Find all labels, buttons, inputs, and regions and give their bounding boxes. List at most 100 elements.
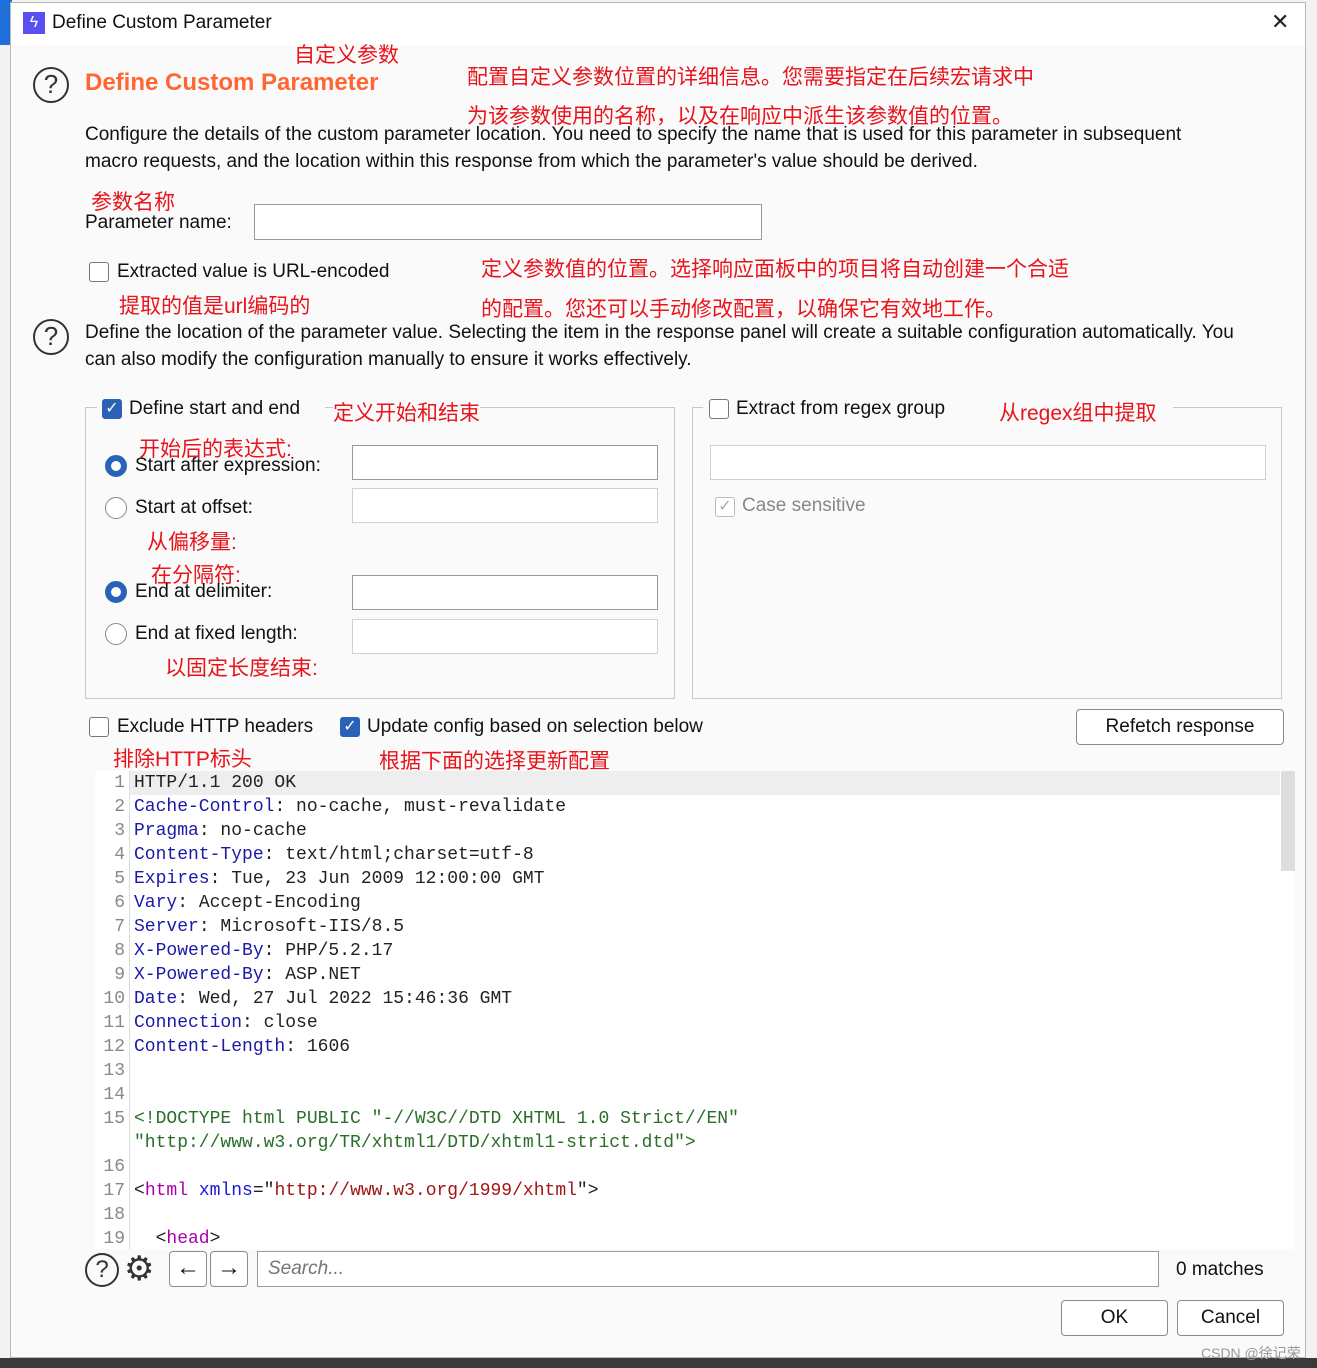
code-token: X-Powered-By xyxy=(134,965,264,985)
line-number: 19 xyxy=(103,1229,125,1249)
code-token: Vary xyxy=(134,893,178,913)
code-token: < xyxy=(134,1229,167,1249)
help-icon[interactable]: ? xyxy=(33,319,69,355)
start-after-radio[interactable] xyxy=(105,455,127,477)
define-start-end-checkbox[interactable]: ✓ xyxy=(102,399,122,419)
end-fixed-length-label: End at fixed length: xyxy=(135,623,298,644)
code-line: <html xmlns="http://www.w3.org/1999/xhtm… xyxy=(134,1181,599,1201)
define-start-end-label: Define start and end xyxy=(129,398,301,419)
end-delimiter-label: End at delimiter: xyxy=(135,581,273,602)
line-number: 18 xyxy=(103,1205,125,1225)
parameter-name-label: Parameter name: xyxy=(85,212,232,233)
exclude-headers-checkbox[interactable] xyxy=(89,717,109,737)
end-fixed-length-radio[interactable] xyxy=(105,623,127,645)
code-token: : text/html;charset=utf-8 xyxy=(263,845,534,865)
code-line: Connection: close xyxy=(134,1013,318,1033)
code-token: : Microsoft-IIS/8.5 xyxy=(198,917,405,937)
code-token: : ASP.NET xyxy=(263,965,361,985)
update-config-checkbox[interactable]: ✓ xyxy=(340,717,360,737)
code-token: Connection xyxy=(134,1013,243,1033)
next-match-button[interactable]: → xyxy=(210,1251,248,1287)
settings-gear-icon[interactable]: ⚙ xyxy=(124,1249,154,1289)
line-number: 6 xyxy=(114,893,125,913)
code-line: Content-Length: 1606 xyxy=(134,1037,350,1057)
code-token: xmlns xyxy=(198,1181,253,1201)
code-token: Content-Type xyxy=(134,845,264,865)
code-token: Date xyxy=(134,989,178,1009)
annotation: 定义参数值的位置。选择响应面板中的项目将自动创建一个合适 xyxy=(481,258,1069,281)
code-line: Vary: Accept-Encoding xyxy=(134,893,361,913)
line-number: 7 xyxy=(114,917,125,937)
regex-checkbox[interactable] xyxy=(709,399,729,419)
scrollbar[interactable] xyxy=(1281,771,1295,871)
url-encoded-checkbox[interactable] xyxy=(89,262,109,282)
url-encoded-label: Extracted value is URL-encoded xyxy=(117,261,390,282)
response-viewer[interactable]: 1 HTTP/1.1 200 OK 2 Cache-Control: no-cache… xyxy=(95,771,1295,1249)
case-sensitive-label: Case sensitive xyxy=(742,495,866,516)
cancel-button[interactable]: Cancel xyxy=(1177,1300,1284,1336)
annotation: 配置自定义参数位置的详细信息。您需要指定在后续宏请求中 xyxy=(467,66,1034,89)
parameter-name-input[interactable] xyxy=(254,204,762,240)
line-number: 11 xyxy=(103,1013,125,1033)
code-token: : Tue, 23 Jun 2009 12:00:00 GMT xyxy=(209,869,545,889)
code-token: HTTP/1.1 200 OK xyxy=(134,773,297,793)
code-token: > xyxy=(209,1229,221,1249)
close-icon[interactable]: ✕ xyxy=(1271,9,1289,35)
code-token: : Wed, 27 Jul 2022 15:46:36 GMT xyxy=(177,989,513,1009)
help-icon[interactable]: ? xyxy=(85,1253,119,1287)
ok-button[interactable]: OK xyxy=(1061,1300,1168,1336)
refetch-response-button[interactable]: Refetch response xyxy=(1076,709,1284,745)
app-icon: ϟ xyxy=(23,12,45,34)
end-delimiter-input[interactable] xyxy=(352,575,658,610)
end-fixed-length-input[interactable] xyxy=(352,619,658,654)
start-offset-input[interactable] xyxy=(352,488,658,523)
help-icon[interactable]: ? xyxy=(33,67,69,103)
dialog-heading: Define Custom Parameter xyxy=(85,69,379,96)
start-after-input[interactable] xyxy=(352,445,658,480)
code-token: http://www.w3.org/1999/xhtml xyxy=(274,1181,577,1201)
update-config-label: Update config based on selection below xyxy=(367,716,703,737)
code-line: Server: Microsoft-IIS/8.5 xyxy=(134,917,404,937)
annotation: 以固定长度结束: xyxy=(165,657,318,680)
line-number: 12 xyxy=(103,1037,125,1057)
line-number: 1 xyxy=(114,773,125,793)
line-number: 3 xyxy=(114,821,125,841)
exclude-headers-label: Exclude HTTP headers xyxy=(117,716,314,737)
code-line: <head> xyxy=(134,1229,221,1249)
previous-match-button[interactable]: ← xyxy=(169,1251,207,1287)
code-line: X-Powered-By: ASP.NET xyxy=(134,965,361,985)
code-token: <!DOCTYPE html PUBLIC "-//W3C//DTD XHTML… xyxy=(134,1109,739,1129)
code-line: HTTP/1.1 200 OK xyxy=(134,773,296,793)
line-number: 5 xyxy=(114,869,125,889)
line-number: 16 xyxy=(103,1157,125,1177)
annotation: 自定义参数 xyxy=(294,44,399,67)
watermark: CSDN @徐记荣 xyxy=(1201,1345,1301,1361)
line-number: 4 xyxy=(114,845,125,865)
search-input[interactable] xyxy=(257,1251,1159,1287)
code-token: < xyxy=(134,1181,145,1201)
code-token: "> xyxy=(576,1181,599,1201)
code-token: head xyxy=(166,1229,210,1249)
annotation: 从regex组中提取 xyxy=(999,402,1157,425)
window-title: Define Custom Parameter xyxy=(52,12,272,33)
code-token: : no-cache, must-revalidate xyxy=(274,797,567,817)
code-token: Expires xyxy=(134,869,210,889)
end-delimiter-radio[interactable] xyxy=(105,581,127,603)
case-sensitive-checkbox[interactable]: ✓ xyxy=(715,497,735,517)
code-token: : Accept-Encoding xyxy=(177,893,361,913)
line-number: 14 xyxy=(103,1085,125,1105)
annotation: 定义开始和结束 xyxy=(333,397,480,427)
description: Configure the details of the custom para… xyxy=(85,124,1182,172)
match-count: 0 matches xyxy=(1176,1259,1264,1280)
code-line: "http://www.w3.org/TR/xhtml1/DTD/xhtml1-… xyxy=(134,1133,696,1153)
regex-input[interactable] xyxy=(710,445,1266,480)
annotation: 排除HTTP标头 xyxy=(113,748,252,771)
code-token: Server xyxy=(134,917,199,937)
line-number: 8 xyxy=(114,941,125,961)
code-token: X-Powered-By xyxy=(134,941,264,961)
start-offset-radio[interactable] xyxy=(105,497,127,519)
annotation: 提取的值是url编码的 xyxy=(119,295,311,318)
line-number: 13 xyxy=(103,1061,125,1081)
line-number: 17 xyxy=(103,1181,125,1201)
